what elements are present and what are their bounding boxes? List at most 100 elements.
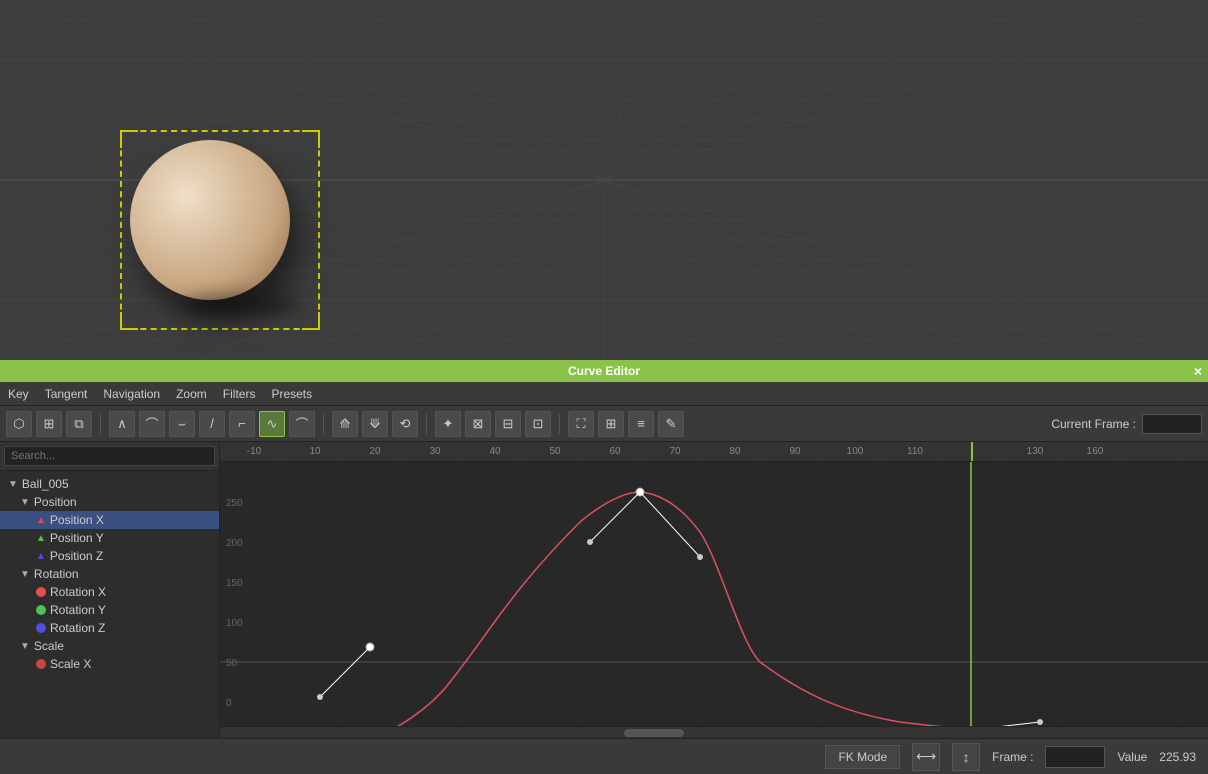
buffer-curve-button[interactable]: ⊡ [525, 411, 551, 437]
arrow-position: ▼ [20, 497, 30, 508]
ruler-80: 80 [729, 446, 740, 457]
tangent-stepped-button[interactable]: ⌐ [229, 411, 255, 437]
tree-item-position-y[interactable]: ▲ Position Y [0, 529, 219, 547]
loop-button[interactable]: ⟷ [912, 743, 940, 771]
tangent-linear-button[interactable]: / [199, 411, 225, 437]
weighted-tangent-button[interactable]: ⟱ [362, 411, 388, 437]
tangent-ease-in-button[interactable]: ⌒ [289, 411, 315, 437]
pin-button[interactable]: ✎ [658, 411, 684, 437]
toolbar: ⬡ ⊞ ⧉ ∧ ⌒ ⌣ / ⌐ ∿ ⌒ ⟰ ⟱ ⟲ ✦ ⊠ ⊟ ⊡ ⛶ ⊞ ≡ … [0, 406, 1208, 442]
group-scale: Scale [34, 639, 64, 653]
tree-item-scale-x[interactable]: Scale X [0, 655, 219, 673]
current-frame-label: Current Frame : [1051, 417, 1136, 431]
scrollbar-thumb[interactable] [624, 729, 684, 737]
move-pivot-button[interactable]: ⊞ [36, 411, 62, 437]
search-box [0, 442, 219, 471]
svg-text:200: 200 [226, 538, 243, 549]
normalize-button[interactable]: ≡ [628, 411, 654, 437]
menu-key[interactable]: Key [8, 387, 29, 401]
sphere-mesh [130, 140, 290, 300]
ruler-60: 60 [609, 446, 620, 457]
scrollbar-horizontal[interactable] [220, 726, 1208, 738]
curve-editor-titlebar: Curve Editor × [0, 360, 1208, 382]
tree-item-scale[interactable]: ▼ Scale [0, 637, 219, 655]
tree-container: ▼ Ball_005 ▼ Position ▲ Position X ▲ Pos… [0, 471, 219, 738]
menu-navigation[interactable]: Navigation [103, 387, 160, 401]
channel-position-x: Position X [50, 513, 104, 527]
search-input[interactable] [4, 446, 215, 466]
remove-key-button[interactable]: ⊠ [465, 411, 491, 437]
dot-rotation-y [36, 605, 46, 615]
fk-mode-button[interactable]: FK Mode [825, 745, 900, 769]
object-name: Ball_005 [22, 477, 69, 491]
channel-rotation-y: Rotation Y [50, 603, 106, 617]
toolbar-separator-1 [100, 414, 101, 434]
triangle-position-x: ▲ [36, 515, 46, 526]
zoom-fit-button[interactable]: ⛶ [568, 411, 594, 437]
ruler-110: 110 [907, 446, 923, 457]
value-number: 225.93 [1159, 750, 1196, 764]
svg-text:150: 150 [226, 578, 243, 589]
interp-button[interactable]: ⟰ [332, 411, 358, 437]
ruler-70: 70 [669, 446, 680, 457]
ruler-40: 40 [489, 446, 500, 457]
time-ruler[interactable]: -10 10 20 30 40 50 60 70 80 90 100 110 1… [220, 442, 1208, 462]
zoom-key-button[interactable]: ⊞ [598, 411, 624, 437]
toolbar-separator-4 [559, 414, 560, 434]
snap-key-button[interactable]: ⊟ [495, 411, 521, 437]
left-panel: ▼ Ball_005 ▼ Position ▲ Position X ▲ Pos… [0, 442, 220, 738]
tree-item-ball005[interactable]: ▼ Ball_005 [0, 475, 219, 493]
tangent-weighted-button[interactable]: ⌣ [169, 411, 195, 437]
layer-button[interactable]: ⧉ [66, 411, 92, 437]
ruler-10: 10 [309, 446, 320, 457]
break-tangent-button[interactable]: ⟲ [392, 411, 418, 437]
menu-presets[interactable]: Presets [271, 387, 312, 401]
frame-label: Frame : [992, 750, 1033, 764]
tree-item-position-x[interactable]: ▲ Position X [0, 511, 219, 529]
ruler-20: 20 [369, 446, 380, 457]
tangent-auto-button[interactable]: ⌒ [139, 411, 165, 437]
tangent-easing-button[interactable]: ∿ [259, 411, 285, 437]
value-label: Value [1117, 750, 1147, 764]
arrow-scale: ▼ [20, 641, 30, 652]
tangent-free-button[interactable]: ∧ [109, 411, 135, 437]
triangle-position-z: ▲ [36, 551, 46, 562]
key-snap-button[interactable]: ↕ [952, 743, 980, 771]
graph-panel[interactable]: -10 10 20 30 40 50 60 70 80 90 100 110 1… [220, 442, 1208, 738]
menu-tangent[interactable]: Tangent [45, 387, 88, 401]
arrow-ball005: ▼ [8, 479, 18, 490]
graph-area[interactable]: 250 200 150 100 50 0 -50 -100 -150 [220, 462, 1208, 726]
svg-text:0: 0 [226, 698, 232, 709]
menu-filters[interactable]: Filters [223, 387, 256, 401]
tree-item-rotation-x[interactable]: Rotation X [0, 583, 219, 601]
channel-position-y: Position Y [50, 531, 104, 545]
svg-text:250: 250 [226, 498, 243, 509]
editor-body: ▼ Ball_005 ▼ Position ▲ Position X ▲ Pos… [0, 442, 1208, 738]
ruler-neg10: -10 [247, 446, 261, 457]
menu-zoom[interactable]: Zoom [176, 387, 207, 401]
curve-svg: 250 200 150 100 50 0 -50 -100 -150 [220, 462, 1208, 726]
current-frame-area: Current Frame : 120 [1051, 414, 1202, 434]
toolbar-separator-2 [323, 414, 324, 434]
ruler-130: 130 [1027, 446, 1044, 457]
frame-input[interactable]: 60 [1045, 746, 1105, 768]
add-key-button[interactable]: ✦ [435, 411, 461, 437]
select-tool-button[interactable]: ⬡ [6, 411, 32, 437]
close-button[interactable]: × [1194, 363, 1202, 379]
ruler-90: 90 [789, 446, 800, 457]
tree-item-rotation[interactable]: ▼ Rotation [0, 565, 219, 583]
svg-text:50: 50 [226, 658, 238, 669]
dot-rotation-z [36, 623, 46, 633]
tree-item-position[interactable]: ▼ Position [0, 493, 219, 511]
tree-item-rotation-y[interactable]: Rotation Y [0, 601, 219, 619]
ruler-50: 50 [549, 446, 560, 457]
tree-item-position-z[interactable]: ▲ Position Z [0, 547, 219, 565]
channel-position-z: Position Z [50, 549, 103, 563]
toolbar-separator-3 [426, 414, 427, 434]
current-frame-input[interactable]: 120 [1142, 414, 1202, 434]
triangle-position-y: ▲ [36, 533, 46, 544]
viewport-3d[interactable] [0, 0, 1208, 360]
ruler-100: 100 [847, 446, 864, 457]
sphere-shadow [180, 295, 300, 315]
tree-item-rotation-z[interactable]: Rotation Z [0, 619, 219, 637]
